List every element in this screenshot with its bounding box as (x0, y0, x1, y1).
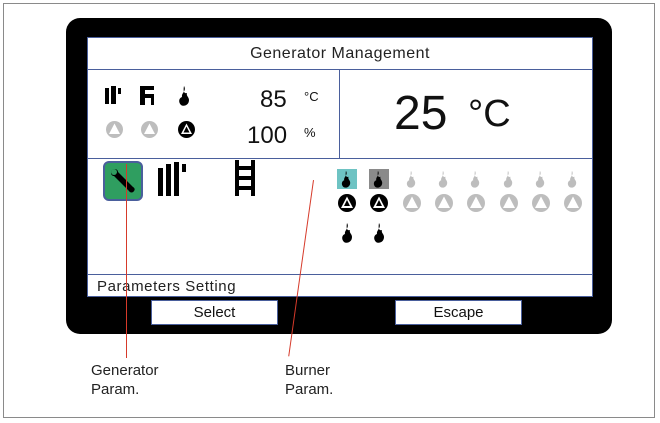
burner-flame-lit-icon (342, 223, 352, 243)
burner-fan-off-icon (402, 194, 421, 212)
main-temperature-unit: °C (468, 93, 511, 135)
burner-fan-on-icon (370, 194, 389, 212)
header-divider (88, 69, 592, 70)
burner-flame-inactive-icon (406, 170, 415, 188)
burner-fan-off-icon (499, 194, 518, 212)
generator-icon (105, 86, 121, 104)
burner-flame-inactive-icon (567, 170, 577, 188)
power-unit: % (304, 125, 316, 140)
escape-button[interactable]: Escape (395, 300, 522, 325)
burner-fan-off-icon (531, 194, 550, 212)
burner-fan-off-icon (434, 194, 453, 212)
burner-flame-inactive-icon (503, 170, 512, 188)
main-temperature-value: 25 (394, 87, 448, 140)
burner-flame-active-icon[interactable] (337, 169, 357, 189)
burner-flame-inactive-icon (535, 170, 544, 188)
fan-off-icon (141, 121, 158, 138)
burner-flame-lit-icon (374, 223, 385, 243)
fan-on-icon (178, 121, 195, 138)
select-button[interactable]: Select (151, 300, 278, 325)
footer-divider (88, 274, 592, 275)
power-value: 100 (247, 122, 288, 149)
ladder-icon[interactable] (233, 160, 257, 196)
burner-fan-off-icon (564, 194, 583, 212)
burner-flame-active-icon[interactable] (369, 169, 390, 189)
page-title: Generator Management (250, 45, 430, 62)
burner-fan-on-icon (338, 194, 356, 212)
burner-flame-inactive-icon (438, 170, 448, 188)
footer-label: Parameters Setting (97, 278, 237, 295)
burner-fan-off-icon (467, 194, 486, 212)
burner-param-button[interactable] (156, 162, 194, 198)
flame-icon (179, 86, 189, 106)
generator-callout-line (126, 164, 127, 358)
generator-param-button[interactable] (103, 161, 143, 201)
display-screen: Generator Management 85 °C 100 % 25 °C P… (87, 37, 593, 297)
wrench-icon (110, 168, 135, 193)
middle-divider (88, 158, 592, 159)
fan-off-icon (106, 121, 123, 138)
pump-icon (140, 86, 154, 105)
burner-callout-label: Burner Param. (285, 362, 334, 398)
burner-flame-inactive-icon (471, 170, 480, 188)
vertical-divider (339, 69, 340, 158)
water-temperature-unit: °C (304, 89, 319, 104)
generator-callout-label: Generator Param. (91, 362, 159, 398)
water-temperature-value: 85 (260, 86, 287, 113)
